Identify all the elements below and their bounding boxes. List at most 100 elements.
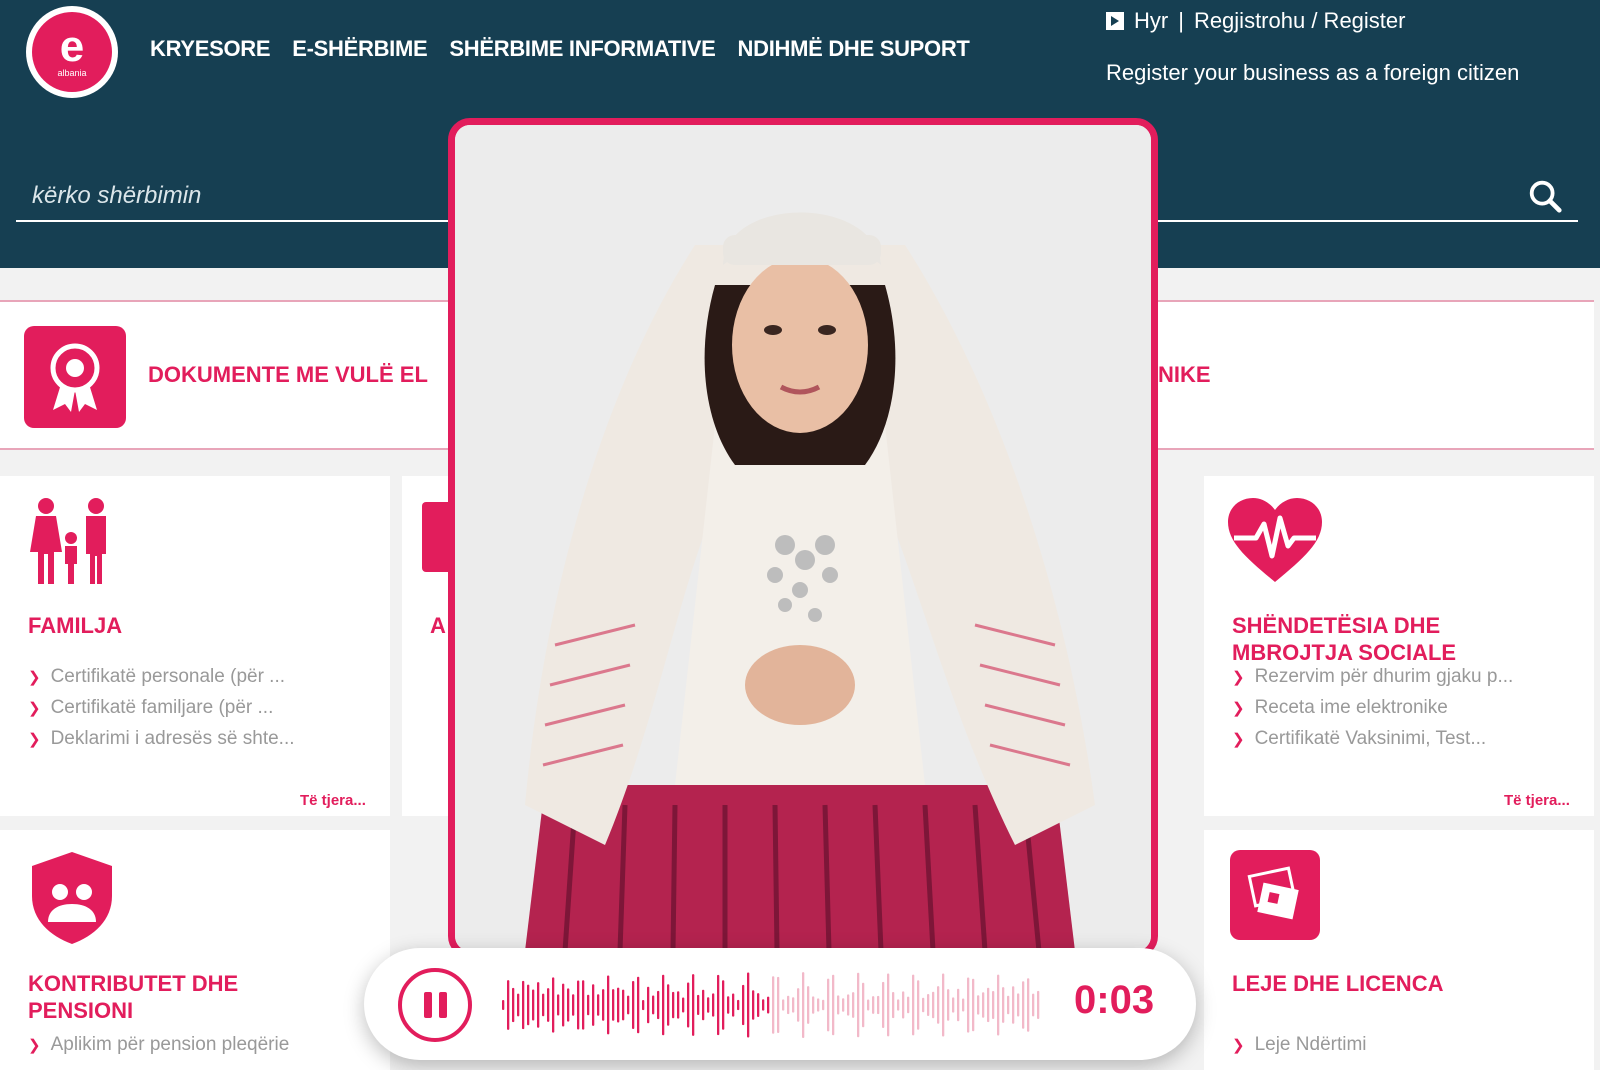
waveform-bar <box>712 993 715 1017</box>
waveform-bar <box>887 973 890 1037</box>
waveform-bar <box>517 993 520 1017</box>
e-albania-logo[interactable]: e albania <box>26 6 118 98</box>
waveform-bar <box>512 987 515 1023</box>
banner-title: DOKUMENTE ME VULË EL <box>148 362 428 387</box>
waveform-bar <box>867 999 870 1011</box>
waveform-bar <box>577 980 580 1030</box>
waveform-bar <box>732 993 735 1017</box>
audio-player: 0:03 <box>364 948 1196 1060</box>
waveform-bar <box>622 989 625 1021</box>
waveform-bar <box>942 973 945 1037</box>
waveform-bar <box>797 988 800 1022</box>
main-nav: KRYESORE E-SHËRBIME SHËRBIME INFORMATIVE… <box>150 36 970 62</box>
pause-icon-bar-right <box>438 992 447 1018</box>
waveform-bar <box>827 978 830 1032</box>
waveform-bar <box>647 986 650 1024</box>
presenter-video <box>455 125 1151 951</box>
waveform-bar <box>977 995 980 1015</box>
waveform-bar <box>597 994 600 1016</box>
waveform-bar <box>757 993 760 1017</box>
card-familja[interactable]: FAMILJA Certifikatë personale (për ... C… <box>0 476 390 816</box>
register-link[interactable]: Regjistrohu / Register <box>1194 8 1406 34</box>
waveform-bar <box>637 976 640 1034</box>
waveform-bar <box>522 980 525 1030</box>
waveform-bar <box>607 975 610 1035</box>
waveform-bar <box>642 1000 645 1011</box>
waveform-bar <box>762 999 765 1011</box>
waveform-bar <box>682 997 685 1013</box>
card-leje-links: Leje Ndërtimi <box>1232 1030 1572 1061</box>
list-item[interactable]: Leje Ndërtimi <box>1232 1030 1572 1061</box>
waveform-bar <box>582 980 585 1030</box>
waveform-bar <box>937 986 940 1024</box>
nav-sherbime-informative[interactable]: SHËRBIME INFORMATIVE <box>449 36 715 62</box>
list-item[interactable]: Certifikatë personale (për ... <box>28 662 358 693</box>
card-leje-title: LEJE DHE LICENCA <box>1232 971 1444 996</box>
waveform-bar <box>537 982 540 1028</box>
waveform-bar <box>852 992 855 1018</box>
waveform-bar <box>742 984 745 1026</box>
card-shendetesia[interactable]: SHËNDETËSIA DHE MBROJTJA SOCIALE Rezervi… <box>1204 476 1594 816</box>
waveform-bar <box>1032 993 1035 1017</box>
waveform-bar <box>592 984 595 1026</box>
playback-time: 0:03 <box>1074 978 1155 1022</box>
waveform-bar <box>747 972 750 1038</box>
video-overlay[interactable] <box>448 118 1158 958</box>
register-business-link[interactable]: Register your business as a foreign citi… <box>1106 60 1519 86</box>
waveform-bar <box>1027 978 1030 1032</box>
login-icon[interactable] <box>1106 12 1124 30</box>
card-shendetesia-title: SHËNDETËSIA DHE MBROJTJA SOCIALE <box>1232 612 1456 666</box>
waveform-bar <box>782 999 785 1011</box>
waveform-bar <box>1017 993 1020 1017</box>
waveform-bar <box>832 974 835 1036</box>
list-item[interactable]: Receta ime elektronike <box>1232 693 1562 724</box>
waveform-bar <box>707 997 710 1013</box>
waveform-bar <box>727 996 730 1014</box>
auth-links: Hyr | Regjistrohu / Register <box>1106 8 1519 34</box>
list-item[interactable]: Certifikatë familjare (për ... <box>28 693 358 724</box>
waveform-bar <box>627 995 630 1015</box>
list-item[interactable]: Certifikatë Vaksinimi, Test... <box>1232 724 1562 755</box>
waveform-bar <box>502 1000 505 1010</box>
logo-badge: e albania <box>32 12 112 92</box>
card-leje[interactable]: LEJE DHE LICENCA Leje Ndërtimi <box>1204 830 1594 1070</box>
list-item[interactable]: Aplikim për pension pleqërie <box>28 1030 368 1061</box>
waveform-bar <box>957 988 960 1022</box>
waveform-bar <box>812 996 815 1014</box>
card-familja-title: FAMILJA <box>28 613 123 638</box>
login-link[interactable]: Hyr <box>1134 8 1168 34</box>
waveform-bar <box>702 989 705 1021</box>
pause-button[interactable] <box>398 968 472 1042</box>
waveform-bar <box>722 980 725 1030</box>
search-icon[interactable] <box>1526 176 1564 216</box>
card-kontributet-title-line2: PENSIONI <box>28 998 134 1023</box>
waveform-bar <box>947 989 950 1021</box>
waveform-bar <box>962 998 965 1012</box>
award-ribbon-icon <box>24 326 126 428</box>
list-item[interactable]: Rezervim për dhurim gjaku p... <box>1232 662 1562 693</box>
card-familja-more-link[interactable]: Të tjera... <box>300 792 366 809</box>
waveform-bar <box>877 995 880 1015</box>
card-shendetesia-links: Rezervim për dhurim gjaku p... Receta im… <box>1232 662 1562 755</box>
banner-title-end: NIKE <box>1158 362 1211 387</box>
nav-kryesore[interactable]: KRYESORE <box>150 36 271 62</box>
list-item[interactable]: Deklarimi i adresës së shte... <box>28 724 358 755</box>
waveform[interactable] <box>502 968 1042 1042</box>
nav-ndihme-dhe-suport[interactable]: NDIHMË DHE SUPORT <box>738 36 970 62</box>
waveform-bar <box>927 994 930 1016</box>
card-shendetesia-more-link[interactable]: Të tjera... <box>1504 792 1570 809</box>
waveform-bar <box>587 994 590 1016</box>
waveform-bar <box>542 993 545 1017</box>
card-kontributet[interactable]: KONTRIBUTET DHE PENSIONI Aplikim për pen… <box>0 830 390 1070</box>
waveform-bar <box>822 999 825 1011</box>
card-shendetesia-title-line1: SHËNDETËSIA DHE <box>1232 613 1441 638</box>
waveform-bar <box>677 991 680 1019</box>
waveform-bar <box>902 991 905 1019</box>
waveform-bar <box>817 998 820 1012</box>
auth-separator: | <box>1178 8 1184 33</box>
card-2-title: A <box>430 613 446 638</box>
waveform-bar <box>632 981 635 1029</box>
waveform-bar <box>1002 987 1005 1023</box>
account-area: Hyr | Regjistrohu / Register Register yo… <box>1106 8 1519 86</box>
nav-e-sherbime[interactable]: E-SHËRBIME <box>292 36 427 62</box>
